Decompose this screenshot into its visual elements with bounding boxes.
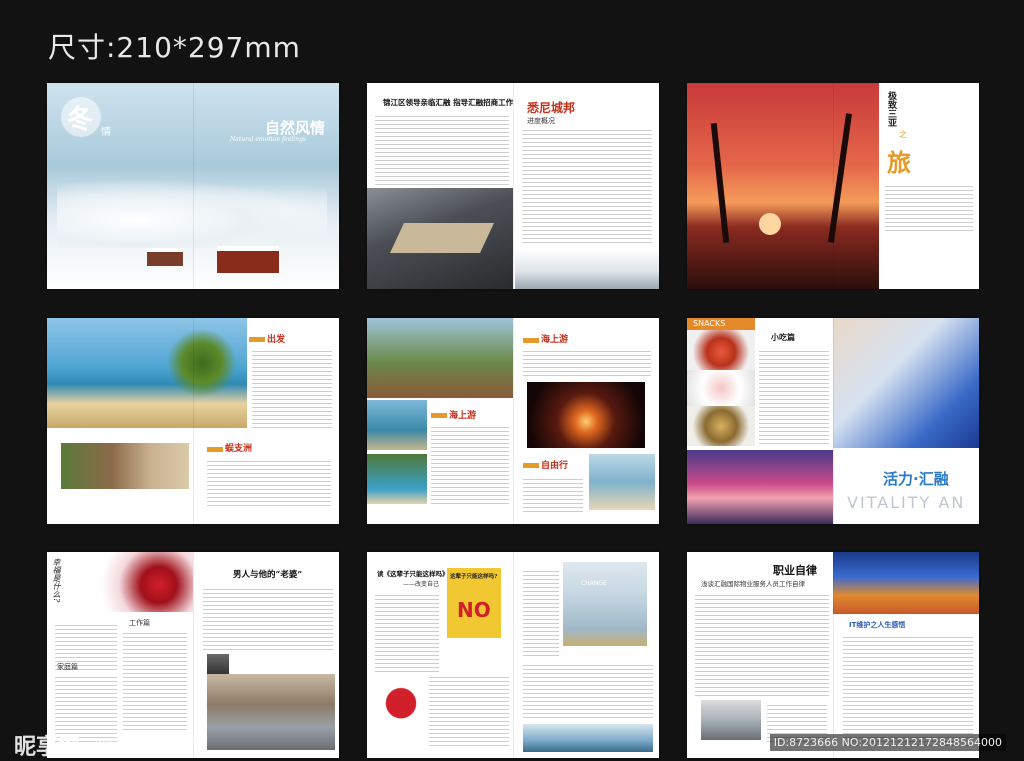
text-block (523, 348, 651, 378)
text-block (375, 592, 439, 672)
text-block (429, 674, 509, 746)
text-block (843, 634, 973, 746)
sea-tour-label-1: 海上游 (541, 335, 569, 345)
image-id-watermark: ID:8723666 NO:20121212172848564000 (769, 734, 1006, 751)
sanya-title-big: 旅 (887, 148, 911, 177)
winter-big-char: 冬 (67, 105, 94, 135)
resort-photo (61, 443, 189, 489)
gazebo-photo (367, 400, 427, 450)
text-block (523, 662, 653, 720)
spread-book: 读《这辈子只能这样吗》有感 ——改变自己 这辈子只能这样吗? NO CHANGE (367, 552, 659, 758)
rainbow-photo (563, 562, 647, 646)
cabin-left (147, 248, 183, 266)
palm-tree (167, 328, 237, 398)
text-block (203, 586, 333, 652)
text-block (375, 113, 509, 185)
car-photo (207, 674, 335, 750)
family-label: 家庭篇 (57, 663, 78, 671)
vitality-latin: VITALITY AN (847, 493, 966, 512)
book-sub: ——改变自己 (403, 581, 440, 588)
departure-label: 出发 (267, 335, 286, 345)
spread-discipline: 职业自律 浅谈汇融国际物业服务人员工作自律 IT维护之人生感悟 (687, 552, 979, 758)
spread-departure: 出发 蜈支洲 (47, 318, 339, 524)
desert-photo (833, 552, 979, 614)
winter-subtitle: Natural emotion feelings (230, 136, 306, 143)
text-block (885, 183, 973, 231)
office-photo (701, 700, 761, 740)
size-label: 尺寸:210*297mm (48, 31, 301, 64)
change-word: CHANGE (581, 580, 607, 587)
seaside-photo (589, 454, 655, 510)
spread-winter: 冬 情 自然风情 Natural emotion feelings (47, 83, 339, 289)
sea-tour-label-2: 海上游 (449, 411, 477, 421)
meeting-headline: 锦江区领导亲临汇融 指导汇融招商工作 (383, 98, 514, 107)
crab-photo (687, 330, 755, 370)
work-label: 工作篇 (129, 619, 150, 627)
orange-tag (207, 447, 223, 452)
discipline-headline: 职业自律 (773, 564, 817, 577)
text-block (207, 458, 331, 508)
snacks-label: 小吃篇 (771, 332, 795, 342)
book-cover-no: NO (457, 598, 491, 622)
it-section-title: IT维护之人生感悟 (849, 621, 906, 629)
sydney-title: 悉尼城邦 (527, 101, 576, 115)
text-block (695, 592, 829, 698)
orange-tag (523, 463, 539, 468)
orange-tag (523, 338, 539, 343)
cabin-right (217, 246, 279, 273)
question-mark-figure (381, 684, 421, 748)
site-watermark: 昵享网 (14, 735, 81, 760)
pavilion-photo (367, 318, 513, 398)
sydney-subtitle: 进度概况 (527, 117, 555, 125)
wuzhizhou-label: 蜈支洲 (225, 444, 253, 454)
noodle-photo (687, 406, 755, 446)
snow-trees (57, 178, 327, 248)
text-block (759, 348, 829, 444)
text-block (523, 476, 583, 512)
husband-headline: 男人与他的“老婆” (233, 570, 303, 580)
bonfire-photo (527, 382, 645, 448)
winter-title: 自然风情 (265, 119, 326, 137)
digital-hand-photo (833, 318, 979, 448)
meeting-table (390, 223, 494, 253)
url-watermark: www.nipic.com (94, 735, 200, 751)
spread-sanya: 极致三亚 之 旅 (687, 83, 979, 289)
text-block (123, 630, 187, 730)
text-block (252, 348, 332, 428)
spread-husband: 幸福是什么? 工作篇 家庭篇 男人与他的“老婆” (47, 552, 339, 758)
rose-photo (95, 552, 193, 612)
orange-tag (249, 337, 265, 342)
discipline-sub: 浅谈汇融国际物业服务人员工作自律 (701, 580, 805, 588)
spread-sea-tour: 海上游 海上游 自由行 (367, 318, 659, 524)
snacks-tag: SNACKS (693, 319, 726, 328)
book-cover-title: 这辈子只能这样吗? (450, 574, 498, 580)
lake-photo (523, 724, 653, 752)
sun (759, 213, 781, 235)
orange-tag (431, 413, 447, 418)
free-travel-label: 自由行 (541, 461, 569, 471)
happiness-handwriting: 幸福是什么? (52, 558, 61, 603)
sanya-title: 极致三亚 (886, 91, 896, 127)
vitality-headline: 活力·汇融 (883, 470, 949, 488)
city-skyline (515, 249, 659, 289)
text-block (431, 424, 509, 506)
winter-small-char: 情 (101, 127, 111, 138)
text-block (522, 127, 652, 245)
sanya-title-zhi: 之 (899, 130, 907, 139)
dessert-photo (687, 370, 755, 406)
pink-sunset-photo (687, 450, 833, 524)
spread-meeting: 锦江区领导亲临汇融 指导汇融招商工作 悉尼城邦 进度概况 (367, 83, 659, 289)
text-block (523, 568, 559, 658)
spread-vitality: SNACKS 小吃篇 活力·汇融 VITALITY AN (687, 318, 979, 524)
pool-photo (367, 454, 427, 504)
